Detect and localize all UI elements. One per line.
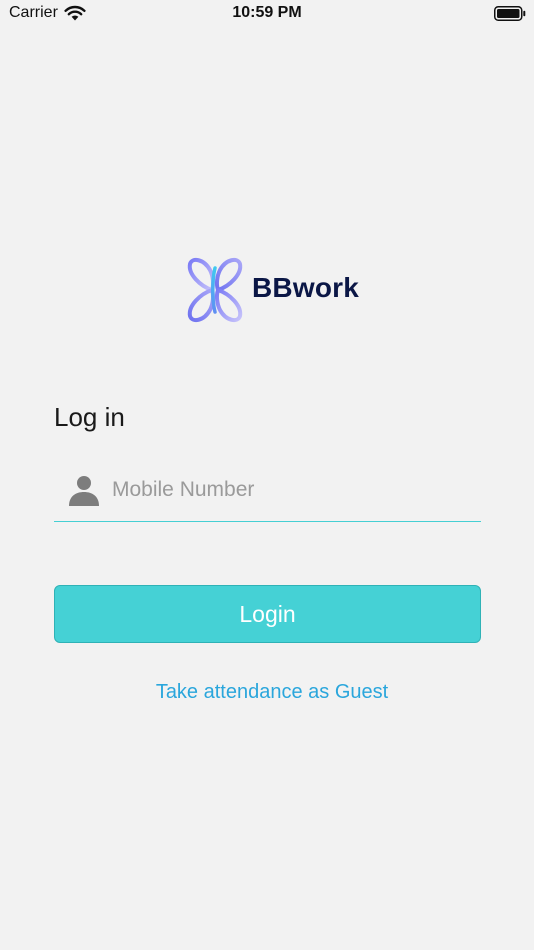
butterfly-logo-icon — [187, 257, 243, 323]
person-icon — [69, 476, 99, 506]
bbwork-logo: BBwork — [186, 256, 359, 324]
status-bar: Carrier 10:59 PM — [0, 0, 534, 28]
login-button[interactable]: Login — [54, 585, 481, 643]
mobile-number-field — [54, 464, 481, 522]
status-time: 10:59 PM — [232, 4, 302, 21]
guest-attendance-link[interactable]: Take attendance as Guest — [54, 681, 490, 704]
brand-name: BBwork — [252, 272, 359, 303]
page-title: Log in — [54, 402, 125, 432]
mobile-number-input[interactable] — [112, 472, 472, 508]
login-screen: Carrier 10:59 PM BBwork Log in Mobile Nu… — [0, 0, 534, 950]
battery-icon — [494, 6, 526, 21]
